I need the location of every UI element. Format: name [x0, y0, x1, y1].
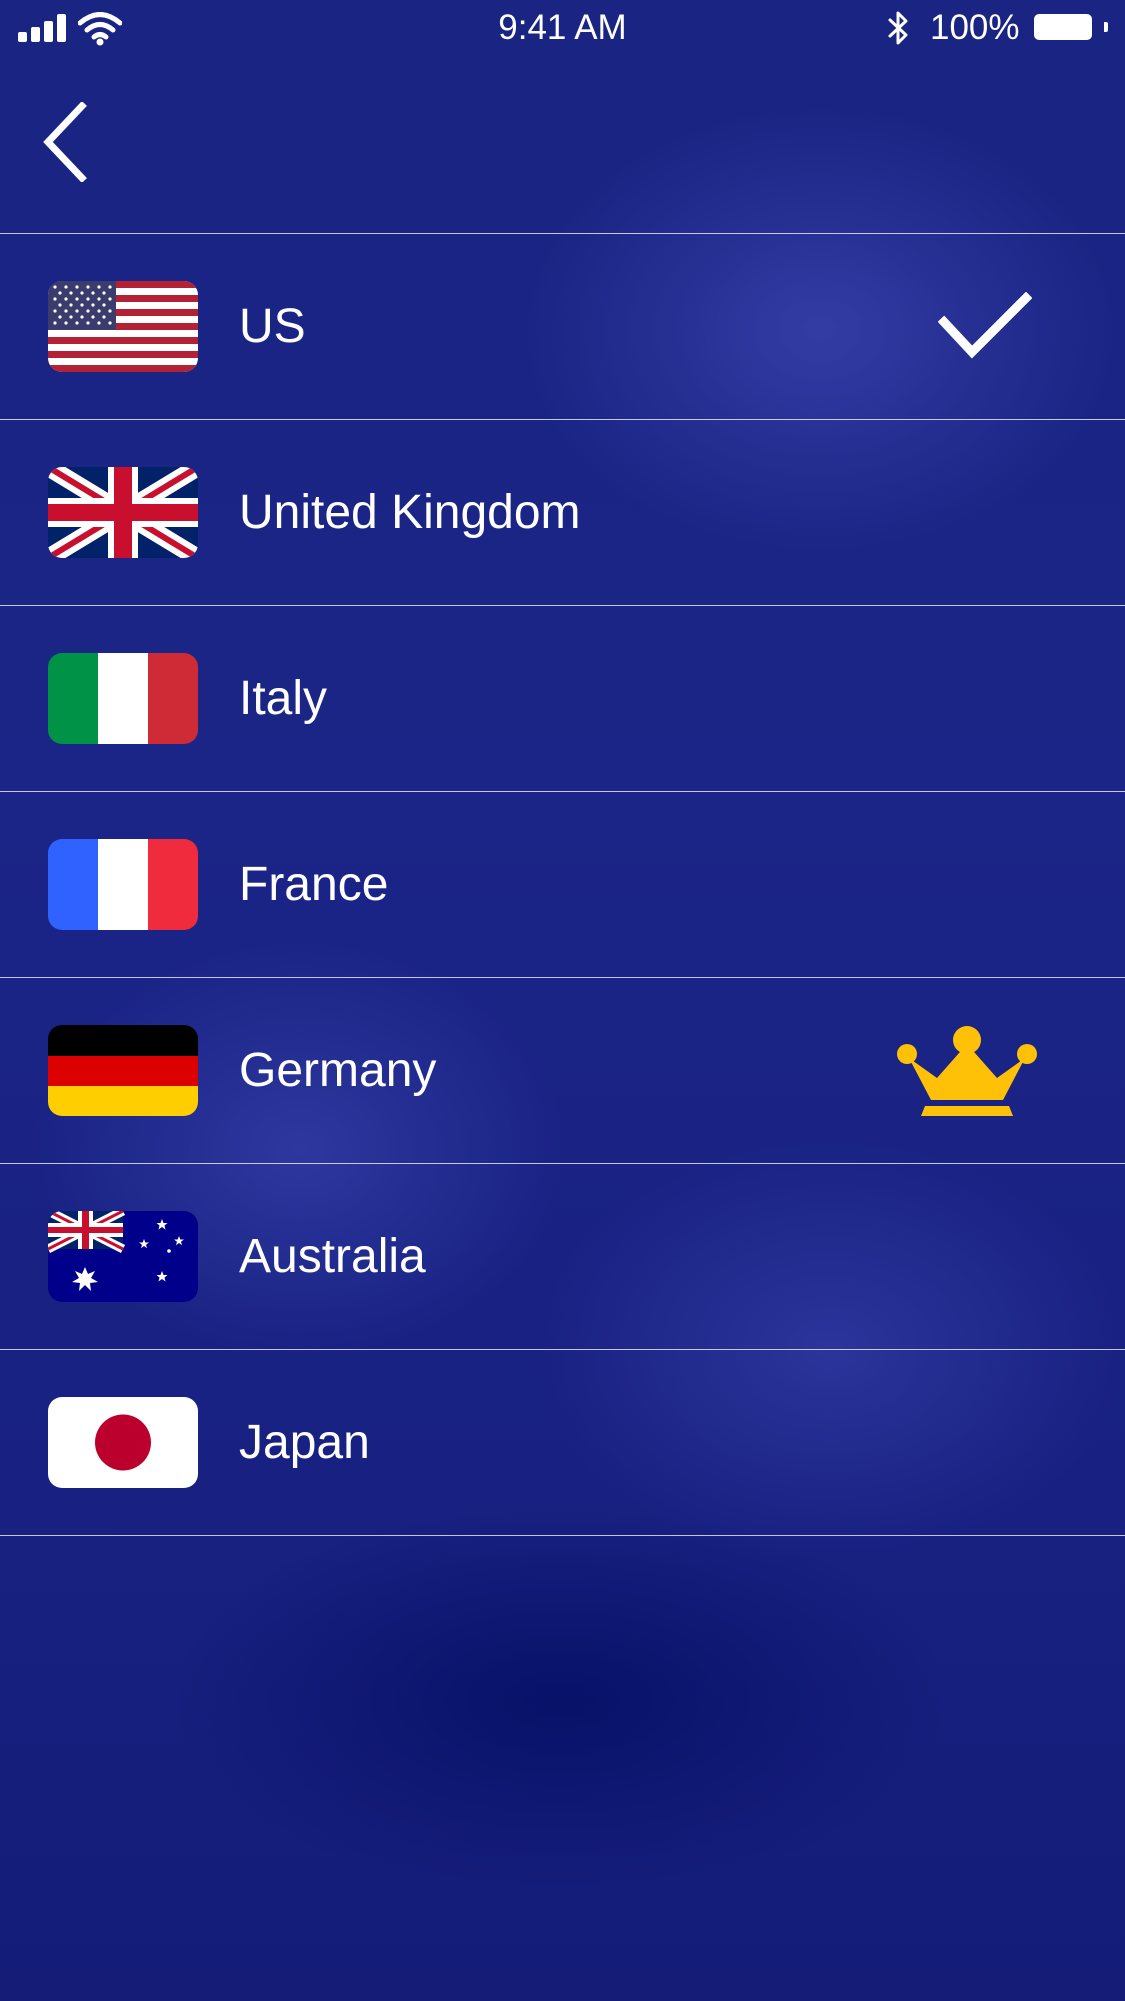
- crown-icon: [897, 1026, 1037, 1116]
- country-row-us[interactable]: US: [0, 234, 1125, 420]
- country-label-france: France: [239, 858, 389, 911]
- checkmark-icon: [938, 292, 1032, 359]
- country-row-australia[interactable]: Australia: [0, 1164, 1125, 1350]
- chevron-left-icon: [43, 102, 87, 182]
- country-list: US United Kingdom Italy France Germany A…: [0, 233, 1125, 1536]
- battery-icon: [1034, 14, 1092, 40]
- italy-flag-icon: [48, 653, 198, 744]
- country-label-italy: Italy: [239, 672, 328, 725]
- japan-flag-icon: [48, 1397, 198, 1488]
- germany-flag-icon: [48, 1025, 198, 1116]
- france-flag-icon: [48, 839, 198, 930]
- country-row-italy[interactable]: Italy: [0, 606, 1125, 792]
- country-label-united-kingdom: United Kingdom: [239, 486, 581, 539]
- country-row-united-kingdom[interactable]: United Kingdom: [0, 420, 1125, 606]
- uk-flag-icon: [48, 467, 198, 558]
- bluetooth-icon: [888, 11, 908, 45]
- country-row-france[interactable]: France: [0, 792, 1125, 978]
- australia-flag-icon: [48, 1211, 198, 1302]
- country-row-germany[interactable]: Germany: [0, 978, 1125, 1164]
- country-label-japan: Japan: [239, 1416, 370, 1469]
- back-button[interactable]: [40, 92, 120, 192]
- country-label-australia: Australia: [239, 1230, 426, 1283]
- country-label-us: US: [239, 300, 306, 353]
- country-row-japan[interactable]: Japan: [0, 1350, 1125, 1536]
- battery-percent: 100%: [930, 8, 1020, 47]
- us-flag-icon: [48, 281, 198, 372]
- status-bar: 9:41 AM 100%: [0, 0, 1125, 58]
- battery-tip: [1104, 22, 1108, 32]
- country-label-germany: Germany: [239, 1044, 437, 1097]
